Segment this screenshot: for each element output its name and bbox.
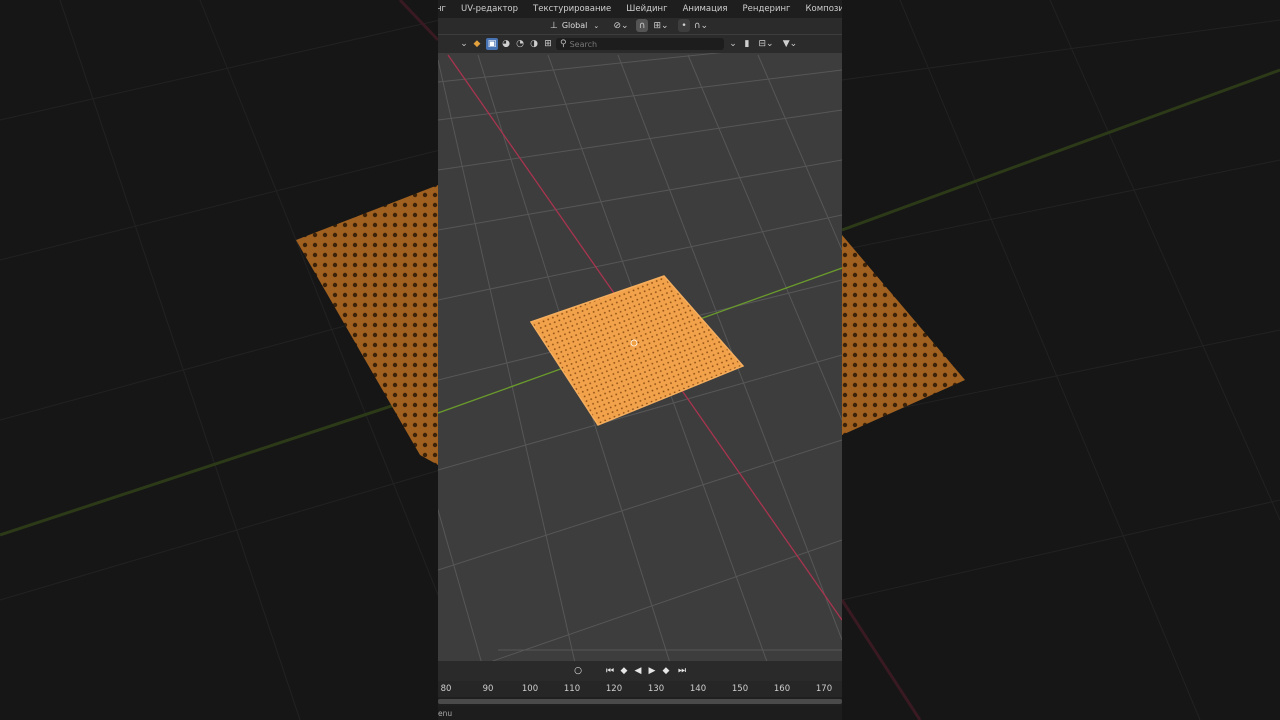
select-mode-icon[interactable]: ▣ xyxy=(486,38,498,50)
data-icon[interactable]: ⊞ xyxy=(542,38,554,50)
frame-number: 140 xyxy=(689,684,707,694)
orientation-label: Global xyxy=(561,21,588,30)
frame-number: 120 xyxy=(605,684,623,694)
bookmark-icon[interactable]: ▮ xyxy=(741,38,753,50)
viewport-header: ⊥ Global ⌄ ⊘⌄ ∩ ⊞⌄ • ∩⌄ xyxy=(438,18,842,34)
falloff-curve-icon[interactable]: ∩⌄ xyxy=(692,19,710,32)
object-filter-icon[interactable]: ◕ xyxy=(500,38,512,50)
frame-number: 170 xyxy=(815,684,833,694)
tab-partial-left[interactable]: нг xyxy=(438,4,446,14)
outliner-search-input[interactable]: ⚲ Search xyxy=(556,38,724,50)
next-keyframe-icon[interactable]: ◆ xyxy=(660,665,672,677)
timeline-scrollbar[interactable] xyxy=(438,697,842,706)
search-placeholder: Search xyxy=(569,39,598,49)
frame-number: 150 xyxy=(731,684,749,694)
frame-number: 160 xyxy=(773,684,791,694)
workspace-tabs: нг UV-редактор Текстурирование Шейдинг А… xyxy=(438,0,842,18)
status-text: enu xyxy=(438,709,453,718)
tab-compositing[interactable]: Композитинг xyxy=(806,4,843,14)
play-icon[interactable]: ▶ xyxy=(646,665,658,677)
snap-target-icon[interactable]: ⊞⌄ xyxy=(650,19,672,32)
frame-number: 80 xyxy=(440,684,452,694)
frame-number: 110 xyxy=(563,684,581,694)
collections-icon[interactable]: ◑ xyxy=(528,38,540,50)
frame-number: 100 xyxy=(521,684,539,694)
frame-number: 130 xyxy=(647,684,665,694)
play-reverse-icon[interactable]: ◀ xyxy=(632,665,644,677)
collapse-chevron-icon[interactable]: ⌄ xyxy=(458,38,470,50)
tab-rendering[interactable]: Рендеринг xyxy=(743,4,791,14)
chevron-down-icon: ⌄ xyxy=(593,21,600,30)
object-origin xyxy=(630,339,638,347)
scene-icon[interactable]: ◆ xyxy=(471,38,483,50)
orientation-icon: ⊥ xyxy=(550,20,558,31)
pivot-point-icon[interactable]: ⊘⌄ xyxy=(610,19,632,32)
jump-end-icon[interactable]: ⏭ xyxy=(676,665,688,677)
keyframe-record-icon[interactable]: ○ xyxy=(572,665,584,677)
tab-texture-paint[interactable]: Текстурирование xyxy=(533,4,611,14)
jump-start-icon[interactable]: ⏮ xyxy=(604,665,616,677)
proportional-edit-icon[interactable]: • xyxy=(678,19,690,32)
object-children-icon[interactable]: ◔ xyxy=(514,38,526,50)
tab-shading[interactable]: Шейдинг xyxy=(626,4,667,14)
outliner-header: ⌄ ◆ ▣ ◕ ◔ ◑ ⊞ ⚲ Search ⌄ ▮ ⊟⌄ ▼⌄ xyxy=(438,35,842,53)
3d-viewport[interactable] xyxy=(438,0,842,720)
status-bar: enu xyxy=(438,706,842,720)
timeline-frame-ruler[interactable]: 80 90 100 110 120 130 140 150 160 170 xyxy=(438,681,842,697)
filter-dropdown-icon[interactable]: ⌄ xyxy=(727,38,739,50)
snap-magnet-icon[interactable]: ∩ xyxy=(636,19,648,32)
tab-animation[interactable]: Анимация xyxy=(683,4,728,14)
funnel-filter-icon[interactable]: ▼⌄ xyxy=(779,38,801,50)
new-collection-icon[interactable]: ⊟⌄ xyxy=(755,38,777,50)
prev-keyframe-icon[interactable]: ◆ xyxy=(618,665,630,677)
transform-orientation-dropdown[interactable]: ⊥ Global ⌄ xyxy=(548,19,606,32)
scrollbar-thumb[interactable] xyxy=(438,699,842,704)
search-icon: ⚲ xyxy=(560,39,567,49)
tab-uv-editor[interactable]: UV-редактор xyxy=(461,4,518,14)
timeline-controls: ○ ⏮ ◆ ◀ ▶ ◆ ⏭ xyxy=(438,661,842,681)
blender-window: нг UV-редактор Текстурирование Шейдинг А… xyxy=(438,0,842,720)
frame-number: 90 xyxy=(482,684,494,694)
